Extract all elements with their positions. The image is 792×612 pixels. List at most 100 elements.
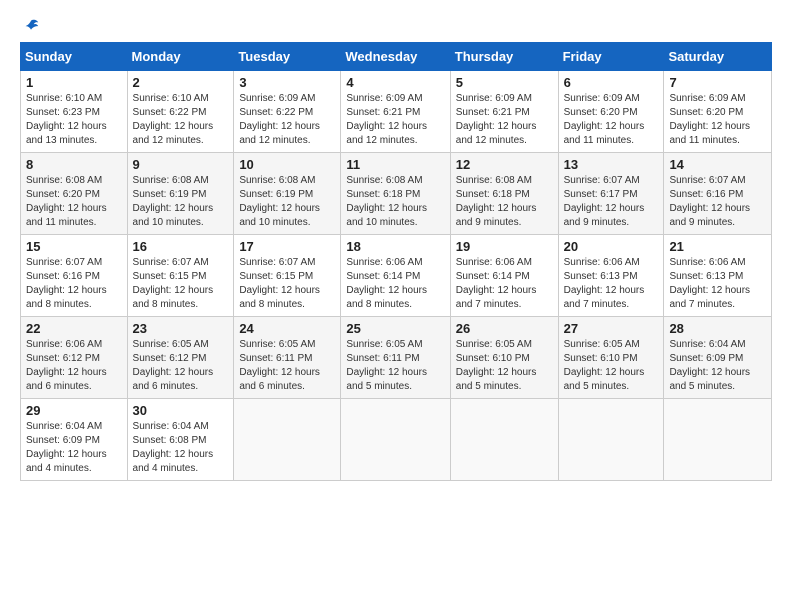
day-number: 29 xyxy=(26,403,122,418)
calendar-cell: 30 Sunrise: 6:04 AM Sunset: 6:08 PM Dayl… xyxy=(127,399,234,481)
day-number: 5 xyxy=(456,75,553,90)
day-info: Sunrise: 6:05 AM Sunset: 6:10 PM Dayligh… xyxy=(456,338,553,394)
calendar-table: SundayMondayTuesdayWednesdayThursdayFrid… xyxy=(20,42,772,481)
calendar-cell xyxy=(234,399,341,481)
day-number: 27 xyxy=(564,321,659,336)
calendar-cell: 4 Sunrise: 6:09 AM Sunset: 6:21 PM Dayli… xyxy=(341,71,450,153)
calendar-cell: 29 Sunrise: 6:04 AM Sunset: 6:09 PM Dayl… xyxy=(21,399,128,481)
calendar-cell: 2 Sunrise: 6:10 AM Sunset: 6:22 PM Dayli… xyxy=(127,71,234,153)
calendar-cell: 6 Sunrise: 6:09 AM Sunset: 6:20 PM Dayli… xyxy=(558,71,664,153)
day-number: 18 xyxy=(346,239,444,254)
day-number: 1 xyxy=(26,75,122,90)
day-info: Sunrise: 6:06 AM Sunset: 6:13 PM Dayligh… xyxy=(564,256,659,312)
day-number: 17 xyxy=(239,239,335,254)
day-number: 9 xyxy=(133,157,229,172)
day-info: Sunrise: 6:05 AM Sunset: 6:11 PM Dayligh… xyxy=(346,338,444,394)
calendar-cell xyxy=(450,399,558,481)
day-number: 2 xyxy=(133,75,229,90)
day-number: 8 xyxy=(26,157,122,172)
day-number: 14 xyxy=(669,157,766,172)
day-info: Sunrise: 6:07 AM Sunset: 6:16 PM Dayligh… xyxy=(26,256,122,312)
day-number: 25 xyxy=(346,321,444,336)
day-number: 4 xyxy=(346,75,444,90)
day-info: Sunrise: 6:09 AM Sunset: 6:21 PM Dayligh… xyxy=(456,92,553,148)
day-number: 23 xyxy=(133,321,229,336)
day-info: Sunrise: 6:06 AM Sunset: 6:14 PM Dayligh… xyxy=(456,256,553,312)
calendar-week-row: 15 Sunrise: 6:07 AM Sunset: 6:16 PM Dayl… xyxy=(21,235,772,317)
day-info: Sunrise: 6:08 AM Sunset: 6:20 PM Dayligh… xyxy=(26,174,122,230)
calendar-cell: 10 Sunrise: 6:08 AM Sunset: 6:19 PM Dayl… xyxy=(234,153,341,235)
weekday-header: Thursday xyxy=(450,43,558,71)
calendar-week-row: 1 Sunrise: 6:10 AM Sunset: 6:23 PM Dayli… xyxy=(21,71,772,153)
day-info: Sunrise: 6:08 AM Sunset: 6:18 PM Dayligh… xyxy=(346,174,444,230)
day-number: 10 xyxy=(239,157,335,172)
day-info: Sunrise: 6:04 AM Sunset: 6:09 PM Dayligh… xyxy=(669,338,766,394)
calendar-week-row: 8 Sunrise: 6:08 AM Sunset: 6:20 PM Dayli… xyxy=(21,153,772,235)
day-info: Sunrise: 6:04 AM Sunset: 6:08 PM Dayligh… xyxy=(133,420,229,476)
calendar-cell: 23 Sunrise: 6:05 AM Sunset: 6:12 PM Dayl… xyxy=(127,317,234,399)
day-number: 22 xyxy=(26,321,122,336)
calendar-cell: 3 Sunrise: 6:09 AM Sunset: 6:22 PM Dayli… xyxy=(234,71,341,153)
calendar-cell xyxy=(664,399,772,481)
day-info: Sunrise: 6:06 AM Sunset: 6:13 PM Dayligh… xyxy=(669,256,766,312)
calendar-cell: 27 Sunrise: 6:05 AM Sunset: 6:10 PM Dayl… xyxy=(558,317,664,399)
day-info: Sunrise: 6:08 AM Sunset: 6:19 PM Dayligh… xyxy=(239,174,335,230)
calendar-cell xyxy=(341,399,450,481)
day-info: Sunrise: 6:07 AM Sunset: 6:17 PM Dayligh… xyxy=(564,174,659,230)
calendar-cell: 12 Sunrise: 6:08 AM Sunset: 6:18 PM Dayl… xyxy=(450,153,558,235)
logo xyxy=(20,18,40,36)
calendar-header-row: SundayMondayTuesdayWednesdayThursdayFrid… xyxy=(21,43,772,71)
calendar-page: SundayMondayTuesdayWednesdayThursdayFrid… xyxy=(0,0,792,612)
calendar-cell: 21 Sunrise: 6:06 AM Sunset: 6:13 PM Dayl… xyxy=(664,235,772,317)
day-number: 24 xyxy=(239,321,335,336)
calendar-cell: 13 Sunrise: 6:07 AM Sunset: 6:17 PM Dayl… xyxy=(558,153,664,235)
weekday-header: Tuesday xyxy=(234,43,341,71)
day-info: Sunrise: 6:09 AM Sunset: 6:22 PM Dayligh… xyxy=(239,92,335,148)
weekday-header: Monday xyxy=(127,43,234,71)
day-number: 16 xyxy=(133,239,229,254)
calendar-cell: 17 Sunrise: 6:07 AM Sunset: 6:15 PM Dayl… xyxy=(234,235,341,317)
day-info: Sunrise: 6:05 AM Sunset: 6:10 PM Dayligh… xyxy=(564,338,659,394)
day-info: Sunrise: 6:08 AM Sunset: 6:18 PM Dayligh… xyxy=(456,174,553,230)
day-number: 7 xyxy=(669,75,766,90)
weekday-header: Wednesday xyxy=(341,43,450,71)
calendar-cell: 14 Sunrise: 6:07 AM Sunset: 6:16 PM Dayl… xyxy=(664,153,772,235)
day-info: Sunrise: 6:09 AM Sunset: 6:20 PM Dayligh… xyxy=(564,92,659,148)
calendar-cell xyxy=(558,399,664,481)
day-info: Sunrise: 6:05 AM Sunset: 6:12 PM Dayligh… xyxy=(133,338,229,394)
calendar-cell: 20 Sunrise: 6:06 AM Sunset: 6:13 PM Dayl… xyxy=(558,235,664,317)
calendar-week-row: 29 Sunrise: 6:04 AM Sunset: 6:09 PM Dayl… xyxy=(21,399,772,481)
day-info: Sunrise: 6:04 AM Sunset: 6:09 PM Dayligh… xyxy=(26,420,122,476)
calendar-week-row: 22 Sunrise: 6:06 AM Sunset: 6:12 PM Dayl… xyxy=(21,317,772,399)
day-info: Sunrise: 6:05 AM Sunset: 6:11 PM Dayligh… xyxy=(239,338,335,394)
day-info: Sunrise: 6:08 AM Sunset: 6:19 PM Dayligh… xyxy=(133,174,229,230)
calendar-cell: 11 Sunrise: 6:08 AM Sunset: 6:18 PM Dayl… xyxy=(341,153,450,235)
calendar-cell: 5 Sunrise: 6:09 AM Sunset: 6:21 PM Dayli… xyxy=(450,71,558,153)
day-number: 13 xyxy=(564,157,659,172)
day-info: Sunrise: 6:07 AM Sunset: 6:15 PM Dayligh… xyxy=(239,256,335,312)
calendar-cell: 16 Sunrise: 6:07 AM Sunset: 6:15 PM Dayl… xyxy=(127,235,234,317)
day-info: Sunrise: 6:06 AM Sunset: 6:12 PM Dayligh… xyxy=(26,338,122,394)
day-info: Sunrise: 6:07 AM Sunset: 6:15 PM Dayligh… xyxy=(133,256,229,312)
day-number: 19 xyxy=(456,239,553,254)
day-number: 11 xyxy=(346,157,444,172)
day-info: Sunrise: 6:09 AM Sunset: 6:20 PM Dayligh… xyxy=(669,92,766,148)
calendar-cell: 18 Sunrise: 6:06 AM Sunset: 6:14 PM Dayl… xyxy=(341,235,450,317)
day-number: 20 xyxy=(564,239,659,254)
weekday-header: Saturday xyxy=(664,43,772,71)
day-number: 3 xyxy=(239,75,335,90)
calendar-cell: 22 Sunrise: 6:06 AM Sunset: 6:12 PM Dayl… xyxy=(21,317,128,399)
calendar-cell: 19 Sunrise: 6:06 AM Sunset: 6:14 PM Dayl… xyxy=(450,235,558,317)
weekday-header: Friday xyxy=(558,43,664,71)
day-number: 21 xyxy=(669,239,766,254)
day-info: Sunrise: 6:06 AM Sunset: 6:14 PM Dayligh… xyxy=(346,256,444,312)
calendar-cell: 9 Sunrise: 6:08 AM Sunset: 6:19 PM Dayli… xyxy=(127,153,234,235)
day-number: 6 xyxy=(564,75,659,90)
calendar-cell: 26 Sunrise: 6:05 AM Sunset: 6:10 PM Dayl… xyxy=(450,317,558,399)
day-number: 12 xyxy=(456,157,553,172)
day-number: 26 xyxy=(456,321,553,336)
calendar-cell: 7 Sunrise: 6:09 AM Sunset: 6:20 PM Dayli… xyxy=(664,71,772,153)
calendar-cell: 25 Sunrise: 6:05 AM Sunset: 6:11 PM Dayl… xyxy=(341,317,450,399)
day-number: 15 xyxy=(26,239,122,254)
calendar-cell: 8 Sunrise: 6:08 AM Sunset: 6:20 PM Dayli… xyxy=(21,153,128,235)
